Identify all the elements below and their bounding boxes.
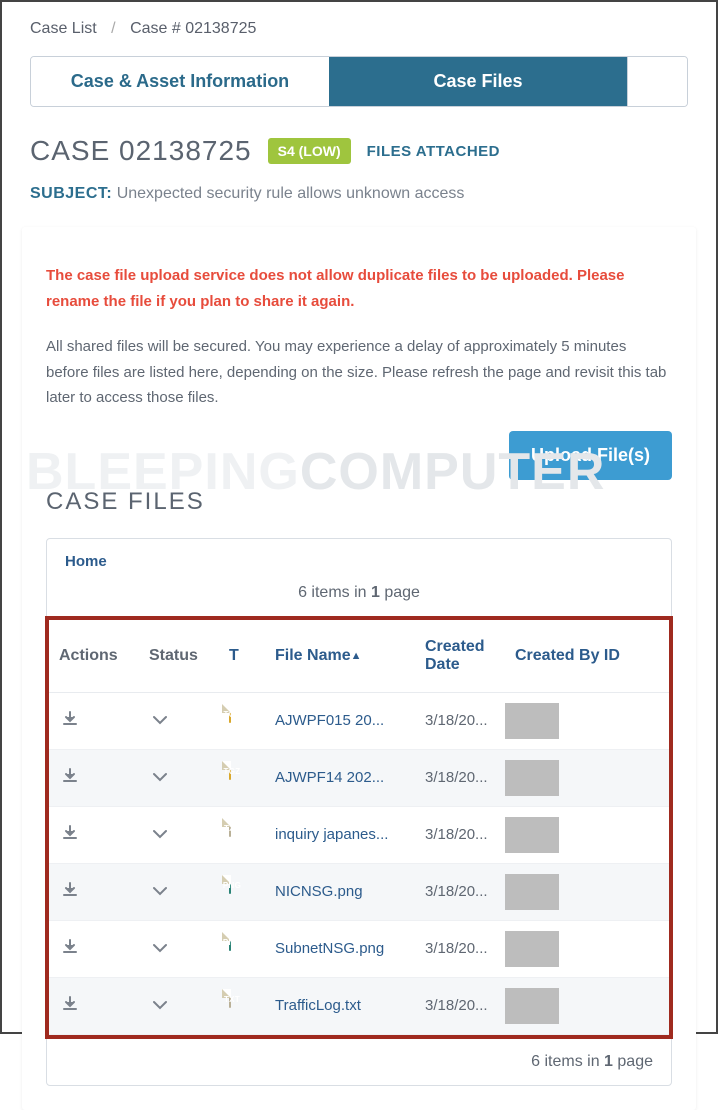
sort-asc-icon: ▲ [351,649,362,661]
file-name-link[interactable]: NICNSG.png [265,863,415,920]
status-dropdown-icon[interactable] [149,826,171,843]
file-date: 3/18/20... [415,692,505,749]
status-dropdown-icon[interactable] [149,712,171,729]
col-filename[interactable]: File Name▲ [265,620,415,693]
download-icon[interactable] [59,768,81,788]
tab-bar: Case & Asset Information Case Files [30,56,688,107]
status-dropdown-icon[interactable] [149,997,171,1014]
upload-info: All shared files will be secured. You ma… [46,334,672,411]
download-icon[interactable] [59,996,81,1016]
file-type-icon: PNG [229,933,255,965]
file-date: 3/18/20... [415,977,505,1034]
breadcrumb-root-link[interactable]: Case List [30,20,97,37]
table-row: TXT TrafficLog.txt3/18/20... [49,977,669,1034]
breadcrumb: Case List / Case # 02138725 [2,2,716,56]
table-row: TGZ AJWPF015 20...3/18/20... [49,692,669,749]
file-name-link[interactable]: inquiry japanes... [265,806,415,863]
action-row: Upload File(s) [46,431,672,480]
download-icon[interactable] [59,939,81,959]
pager-bottom: 6 items in 1 page [47,1039,671,1085]
tab-case-info[interactable]: Case & Asset Information [31,57,329,106]
file-date: 3/18/20... [415,749,505,806]
file-table-highlight: Actions Status T File Name▲ Created Date… [45,616,673,1039]
file-nav-home[interactable]: Home [47,539,671,576]
file-type-icon: TGZ [229,762,255,794]
tab-case-files[interactable]: Case Files [329,57,627,106]
download-icon[interactable] [59,825,81,845]
pager-top: 6 items in 1 page [47,576,671,616]
file-name-link[interactable]: AJWPF015 20... [265,692,415,749]
case-subject: SUBJECT: Unexpected security rule allows… [2,175,716,227]
col-created-by[interactable]: Created By ID [505,620,669,693]
download-icon[interactable] [59,882,81,902]
download-icon[interactable] [59,711,81,731]
table-row: PNG SubnetNSG.png3/18/20... [49,920,669,977]
file-type-icon: TXT [229,990,255,1022]
files-attached-label: FILES ATTACHED [367,143,500,160]
created-by-redacted [505,931,559,967]
created-by-redacted [505,703,559,739]
table-row: TGZ AJWPF14 202...3/18/20... [49,749,669,806]
file-container: Home 6 items in 1 page Actions Status T … [46,538,672,1086]
breadcrumb-separator: / [111,20,115,37]
status-dropdown-icon[interactable] [149,883,171,900]
file-name-link[interactable]: SubnetNSG.png [265,920,415,977]
case-header: CASE 02138725 S4 (LOW) FILES ATTACHED [2,107,716,175]
col-created-date[interactable]: Created Date [415,620,505,693]
duplicate-warning: The case file upload service does not al… [46,263,672,314]
created-by-redacted [505,988,559,1024]
created-by-redacted [505,874,559,910]
upload-button[interactable]: Upload File(s) [509,431,672,480]
file-date: 3/18/20... [415,806,505,863]
col-type[interactable]: T [219,620,265,693]
status-dropdown-icon[interactable] [149,769,171,786]
file-name-link[interactable]: TrafficLog.txt [265,977,415,1034]
file-type-icon: TXT [229,819,255,851]
file-table: Actions Status T File Name▲ Created Date… [49,620,669,1035]
tab-overflow [627,57,687,106]
page-title: CASE 02138725 [30,135,252,167]
subject-label: SUBJECT: [30,185,112,202]
created-by-redacted [505,760,559,796]
col-status: Status [139,620,219,693]
breadcrumb-current: Case # 02138725 [130,20,256,37]
col-actions: Actions [49,620,139,693]
severity-badge: S4 (LOW) [268,138,351,164]
file-type-icon: PNG [229,876,255,908]
table-row: TXT inquiry japanes...3/18/20... [49,806,669,863]
created-by-redacted [505,817,559,853]
subject-text: Unexpected security rule allows unknown … [117,185,465,202]
status-dropdown-icon[interactable] [149,940,171,957]
file-date: 3/18/20... [415,920,505,977]
file-type-icon: TGZ [229,705,255,737]
case-files-heading: CASE FILES [46,488,672,516]
file-date: 3/18/20... [415,863,505,920]
file-name-link[interactable]: AJWPF14 202... [265,749,415,806]
table-row: PNG NICNSG.png3/18/20... [49,863,669,920]
files-panel: The case file upload service does not al… [22,227,696,1110]
